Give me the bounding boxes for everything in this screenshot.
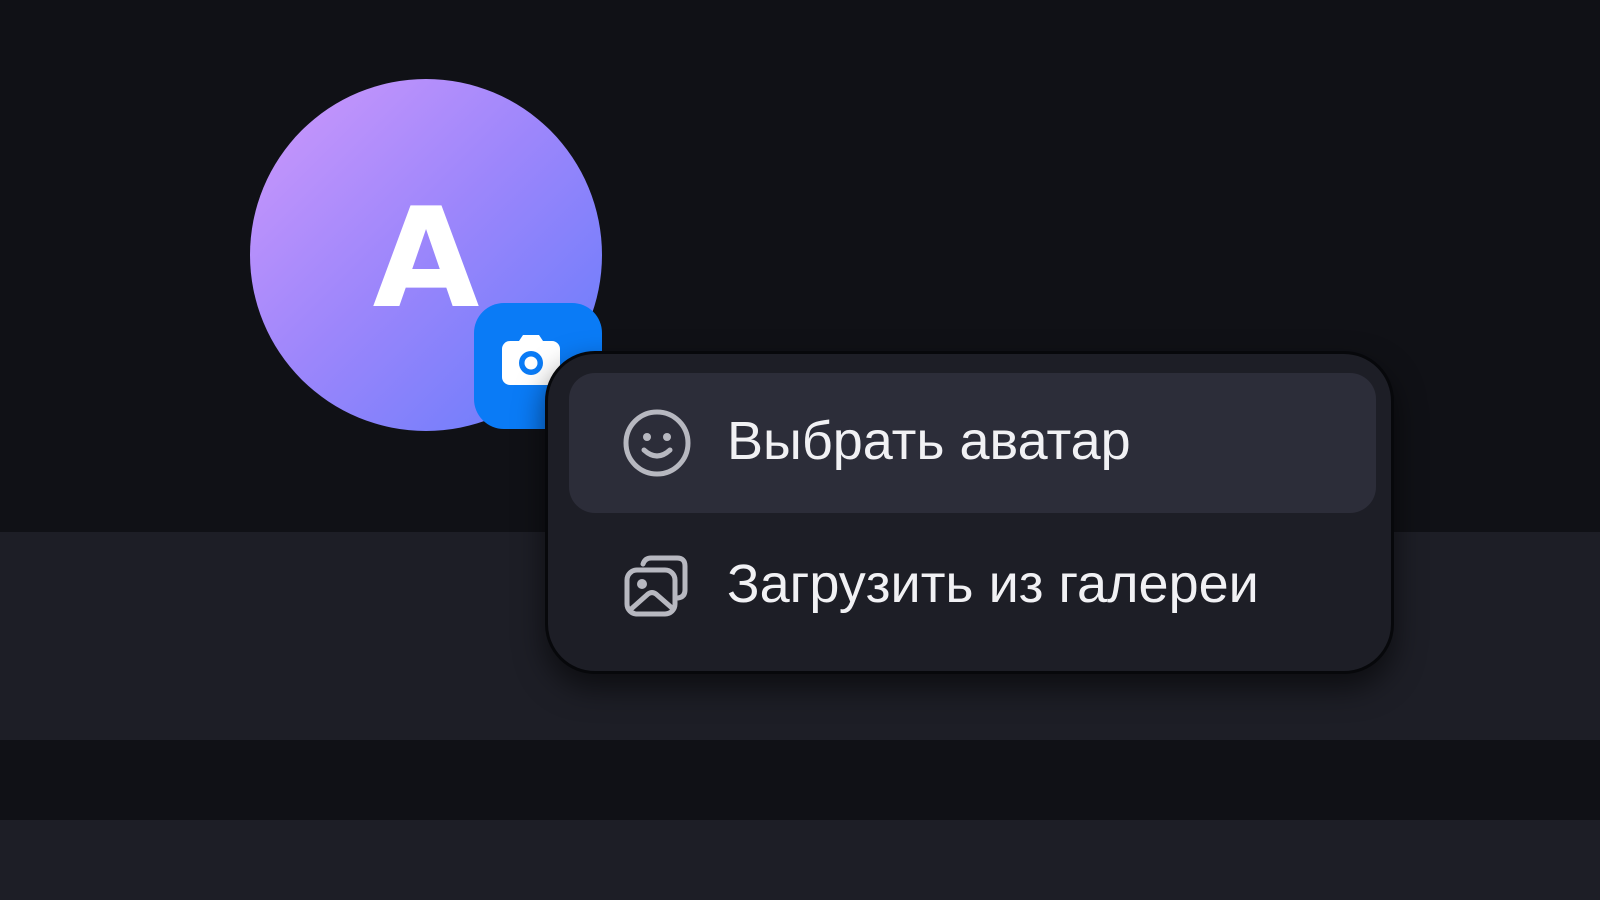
menu-item-upload-from-gallery[interactable]: Загрузить из галереи bbox=[569, 516, 1376, 656]
menu-item-choose-avatar[interactable]: Выбрать аватар bbox=[569, 373, 1376, 513]
settings-panel-background-lower bbox=[0, 820, 1600, 900]
menu-item-label: Загрузить из галереи bbox=[727, 554, 1259, 614]
menu-item-label: Выбрать аватар bbox=[727, 411, 1131, 471]
avatar-options-menu: Выбрать аватар Загрузить из галереи bbox=[545, 351, 1394, 674]
avatar-initial: A bbox=[372, 178, 480, 339]
gallery-icon bbox=[621, 550, 693, 622]
smiley-icon bbox=[621, 407, 693, 479]
